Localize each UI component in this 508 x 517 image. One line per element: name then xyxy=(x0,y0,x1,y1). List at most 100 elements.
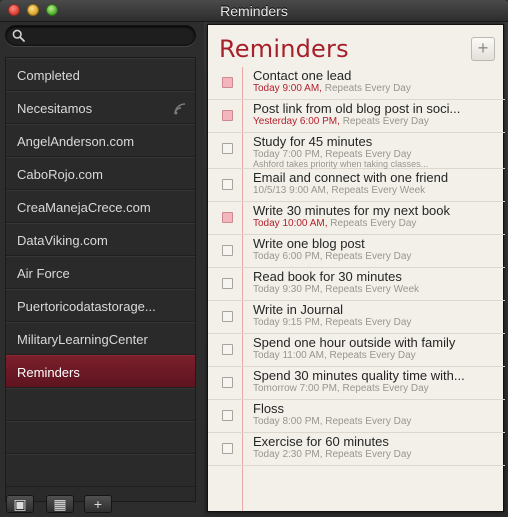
sidebar-list-label: AngelAnderson.com xyxy=(17,134,135,149)
reminder-repeat: Repeats Every Day xyxy=(342,116,429,127)
reminder-row[interactable]: Write one blog post Today 6:00 PM, Repeat… xyxy=(208,235,505,268)
reminder-title[interactable]: Read book for 30 minutes xyxy=(253,269,501,284)
lists-panel: Completed Necesitamos AngelAnderson.com Cab… xyxy=(5,57,196,502)
sidebar-list-item[interactable]: CreaManejaCrece.com xyxy=(6,190,195,223)
reminder-title[interactable]: Email and connect with one friend xyxy=(253,170,501,185)
sidebar-list-label: Reminders xyxy=(17,365,80,380)
sidebar-list-item[interactable]: Air Force xyxy=(6,256,195,289)
reminder-meta: Today 6:00 PM, Repeats Every Day xyxy=(253,251,501,262)
sidebar-list-item[interactable]: Completed xyxy=(6,58,195,91)
reminder-checkbox[interactable] xyxy=(222,110,233,121)
sidebar-list-label: Puertoricodatastorage... xyxy=(17,299,156,314)
reminder-checkbox[interactable] xyxy=(222,410,233,421)
reminder-due-date: Today 9:30 PM, xyxy=(253,284,323,295)
reminder-meta: 10/5/13 9:00 AM, Repeats Every Week xyxy=(253,185,501,196)
reminder-checkbox[interactable] xyxy=(222,311,233,322)
shared-list-icon xyxy=(174,103,186,115)
reminder-row[interactable]: Floss Today 8:00 PM, Repeats Every Day xyxy=(208,400,505,433)
reminder-meta: Today 9:00 AM, Repeats Every Day xyxy=(253,83,501,94)
search-input[interactable] xyxy=(28,28,188,43)
reminder-row[interactable]: Email and connect with one friend 10/5/13… xyxy=(208,169,505,202)
calendar-grid-button[interactable]: ▦ xyxy=(46,495,74,513)
sidebar-list-item[interactable]: Puertoricodatastorage... xyxy=(6,289,195,322)
reminder-row[interactable]: Study for 45 minutes Today 7:00 PM, Repea… xyxy=(208,133,505,169)
reminder-title[interactable]: Write in Journal xyxy=(253,302,501,317)
reminder-meta: Yesterday 6:00 PM, Repeats Every Day xyxy=(253,116,501,127)
page-title: Reminders xyxy=(219,35,349,63)
sidebar-list-item[interactable]: AngelAnderson.com xyxy=(6,124,195,157)
reminder-due-date: Today 9:15 PM, xyxy=(253,317,323,328)
reminder-meta: Today 9:30 PM, Repeats Every Week xyxy=(253,284,501,295)
reminder-due-date: Today 6:00 PM, xyxy=(253,251,323,262)
reminder-checkbox[interactable] xyxy=(222,143,233,154)
reminder-repeat: Repeats Every Day xyxy=(325,251,412,262)
reminder-due-date: Today 11:00 AM, xyxy=(253,350,327,361)
reminder-title[interactable]: Contact one lead xyxy=(253,68,501,83)
reminder-row[interactable]: Write 30 minutes for my next book Today 1… xyxy=(208,202,505,235)
reminder-repeat: Repeats Every Week xyxy=(331,185,426,196)
reminder-row[interactable]: Spend one hour outside with family Today … xyxy=(208,334,505,367)
reminder-checkbox[interactable] xyxy=(222,377,233,388)
sidebar-list-item[interactable]: Reminders xyxy=(6,355,195,388)
reminder-due-date: Today 9:00 AM, xyxy=(253,83,322,94)
sidebar-list-label: MilitaryLearningCenter xyxy=(17,332,148,347)
reminder-row[interactable]: Read book for 30 minutes Today 9:30 PM, R… xyxy=(208,268,505,301)
reminder-title[interactable]: Exercise for 60 minutes xyxy=(253,434,501,449)
reminder-checkbox[interactable] xyxy=(222,77,233,88)
reminder-repeat: Repeats Every Day xyxy=(324,83,411,94)
reminder-title[interactable]: Write 30 minutes for my next book xyxy=(253,203,501,218)
empty-list-row xyxy=(6,421,195,454)
reminder-title[interactable]: Spend one hour outside with family xyxy=(253,335,501,350)
sidebar-list-item[interactable]: CaboRojo.com xyxy=(6,157,195,190)
reminder-row[interactable]: Write in Journal Today 9:15 PM, Repeats E… xyxy=(208,301,505,334)
reminder-row[interactable]: Contact one lead Today 9:00 AM, Repeats E… xyxy=(208,67,505,100)
sidebar-list-label: DataViking.com xyxy=(17,233,108,248)
reminder-checkbox[interactable] xyxy=(222,245,233,256)
reminder-row[interactable]: Post link from old blog post in soci... Y… xyxy=(208,100,505,133)
reminder-meta: Today 9:15 PM, Repeats Every Day xyxy=(253,317,501,328)
reminders-window: Reminders Completed Necesitamos AngelAnder… xyxy=(0,0,508,517)
sidebar-list-item[interactable]: Necesitamos xyxy=(6,91,195,124)
reminder-title[interactable]: Post link from old blog post in soci... xyxy=(253,101,501,116)
reminder-checkbox[interactable] xyxy=(222,278,233,289)
reminder-due-date: Today 2:30 PM, xyxy=(253,449,323,460)
reminder-checkbox[interactable] xyxy=(222,212,233,223)
empty-list-row xyxy=(6,454,195,487)
reminder-row[interactable]: Exercise for 60 minutes Today 2:30 PM, Re… xyxy=(208,433,505,466)
calendar-grid-icon: ▦ xyxy=(53,496,67,512)
reminder-meta: Today 11:00 AM, Repeats Every Day xyxy=(253,350,501,361)
reminder-checkbox[interactable] xyxy=(222,179,233,190)
reminder-title[interactable]: Study for 45 minutes xyxy=(253,134,501,149)
sidebar: Completed Necesitamos AngelAnderson.com Cab… xyxy=(0,22,204,517)
sidebar-list-label: Necesitamos xyxy=(17,101,93,116)
search-icon xyxy=(12,29,25,42)
reminder-due-date: Today 10:00 AM, xyxy=(253,218,328,229)
reminder-repeat: Repeats Every Day xyxy=(325,317,412,328)
add-list-button[interactable]: + xyxy=(84,495,112,513)
reminder-due-date: Tomorrow 7:00 PM, xyxy=(253,383,340,394)
sidebar-bottom-bar: ▣ ▦ + xyxy=(0,491,204,517)
reminder-due-date: Today 8:00 PM, xyxy=(253,416,323,427)
reminder-due-date: 10/5/13 9:00 AM, xyxy=(253,185,329,196)
reminder-meta: Today 2:30 PM, Repeats Every Day xyxy=(253,449,501,460)
empty-list-row xyxy=(6,388,195,421)
reminder-meta: Today 8:00 PM, Repeats Every Day xyxy=(253,416,501,427)
reminder-repeat: Repeats Every Week xyxy=(325,284,420,295)
search-field[interactable] xyxy=(5,25,196,46)
reminder-row[interactable]: Spend 30 minutes quality time with... Tom… xyxy=(208,367,505,400)
show-calendar-button[interactable]: ▣ xyxy=(6,495,34,513)
add-reminder-button[interactable]: + xyxy=(471,37,495,61)
reminder-repeat: Repeats Every Day xyxy=(329,350,416,361)
reminder-title[interactable]: Spend 30 minutes quality time with... xyxy=(253,368,501,383)
reminder-title[interactable]: Write one blog post xyxy=(253,236,501,251)
reminder-checkbox[interactable] xyxy=(222,344,233,355)
reminder-title[interactable]: Floss xyxy=(253,401,501,416)
reminder-repeat: Repeats Every Day xyxy=(325,416,412,427)
reminders-list: Contact one lead Today 9:00 AM, Repeats E… xyxy=(208,67,505,466)
title-bar[interactable]: Reminders xyxy=(0,0,508,22)
sidebar-list-item[interactable]: MilitaryLearningCenter xyxy=(6,322,195,355)
sidebar-list-item[interactable]: DataViking.com xyxy=(6,223,195,256)
reminder-checkbox[interactable] xyxy=(222,443,233,454)
reminder-note: Ashford takes priority when taking class… xyxy=(253,159,429,169)
add-list-icon: + xyxy=(93,496,103,512)
